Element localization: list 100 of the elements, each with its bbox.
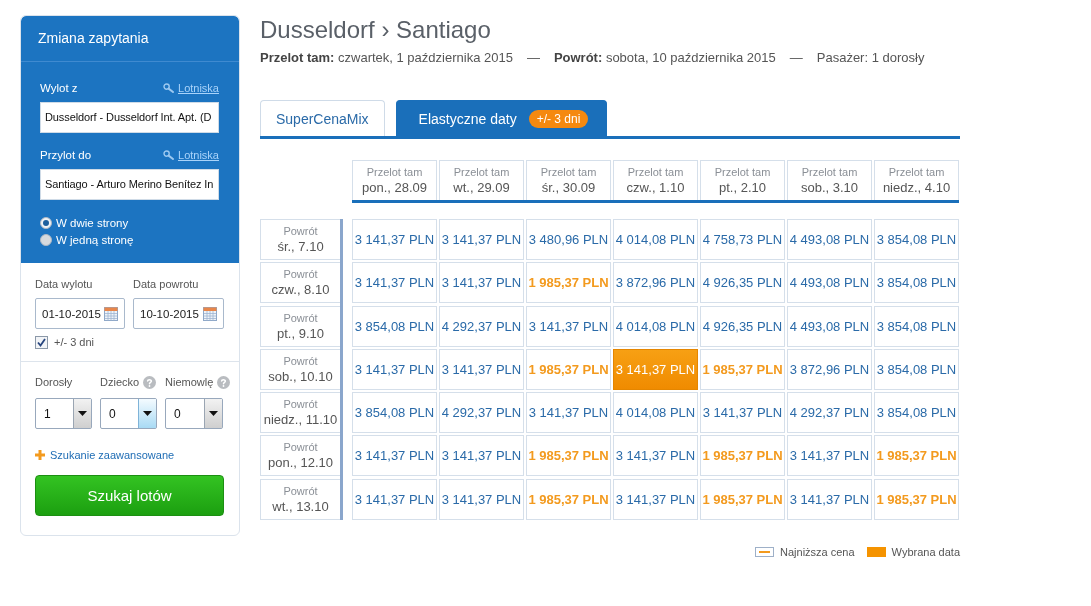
price-cell[interactable]: 3 141,37 PLN <box>526 392 611 434</box>
header-date: czw., 8.10 <box>271 282 330 298</box>
price-cell[interactable]: 3 141,37 PLN <box>787 435 872 477</box>
price-cell[interactable]: 3 141,37 PLN <box>439 478 524 520</box>
tab[interactable]: SuperCenaMix <box>260 100 385 136</box>
price-cell[interactable]: 4 292,37 PLN <box>787 392 872 434</box>
price-cell[interactable]: 3 480,96 PLN <box>526 219 611 260</box>
price-cell[interactable]: 3 141,37 PLN <box>352 219 437 260</box>
trip-summary-text: Pasażer: 1 dorosły <box>816 51 925 65</box>
header-date: śr., 30.09 <box>541 180 596 195</box>
price-cell[interactable]: 3 141,37 PLN <box>352 478 437 520</box>
price-cell[interactable]: 4 926,35 PLN <box>700 262 785 304</box>
price-cell[interactable]: 3 141,37 PLN <box>700 392 785 434</box>
header-label: Powrót <box>283 398 318 411</box>
price-cell[interactable]: 4 014,08 PLN <box>613 305 698 347</box>
date-field[interactable]: 01-10-2015 <box>35 298 125 329</box>
field-label: Niemowlę <box>165 375 214 389</box>
dash-separator: — <box>789 51 803 65</box>
header-date: wt., 29.09 <box>453 180 510 195</box>
input-field[interactable]: Dusseldorf - Dusseldorf Int. Apt. (D <box>40 102 219 133</box>
airports-link[interactable]: Lotniska <box>178 149 219 161</box>
caret-icon <box>78 411 87 416</box>
dropdown-field[interactable]: 0 <box>165 398 223 429</box>
tab[interactable]: Elastyczne daty +/- 3 dni <box>395 100 608 136</box>
header-label: Powrót <box>283 225 318 237</box>
trip-summary-text: Przelot tam: czwartek, 1 października 2015 <box>260 51 513 65</box>
trip-summary-text: Powrót: sobota, 10 października 2015 <box>553 51 776 65</box>
header-date: śr., 7.10 <box>277 239 324 254</box>
caret-icon <box>209 411 218 416</box>
caret-icon <box>143 411 152 416</box>
price-cell[interactable]: 4 493,08 PLN <box>787 262 872 304</box>
search-icon <box>163 150 174 160</box>
dropdown-button[interactable] <box>73 399 91 428</box>
price-cell[interactable]: 3 141,37 PLN <box>439 435 524 477</box>
header-label: Przelot tam <box>627 166 684 178</box>
date-field[interactable]: 10-10-2015 <box>133 298 224 329</box>
price-cell[interactable]: 4 493,08 PLN <box>787 219 872 260</box>
field-label: Wylot z <box>40 82 78 94</box>
radio-button[interactable] <box>40 233 52 246</box>
price-cell[interactable]: 3 141,37 PLN <box>352 348 437 390</box>
header-date: sob., 10.10 <box>268 368 333 384</box>
header-label: Powrót <box>283 441 318 454</box>
header-date: niedz., 4.10 <box>882 180 951 195</box>
price-cell[interactable]: 4 758,73 PLN <box>700 219 785 260</box>
price-cell[interactable]: 3 854,08 PLN <box>874 348 959 390</box>
plus-icon <box>35 450 45 460</box>
field-label: Data wylotu <box>35 277 94 291</box>
calendar-icon <box>104 306 118 321</box>
dropdown-field[interactable]: 0 <box>100 398 157 429</box>
price-cell[interactable]: 3 141,37 PLN <box>787 478 872 520</box>
advanced-search-link[interactable]: Szukanie zaawansowane <box>50 449 175 461</box>
header-date: sob., 3.10 <box>800 180 859 195</box>
price-cell[interactable]: 3 854,08 PLN <box>874 219 959 260</box>
price-cell[interactable]: 3 854,08 PLN <box>352 305 437 347</box>
price-cell[interactable]: 3 141,37 PLN <box>439 262 524 304</box>
calendar-icon <box>203 306 217 321</box>
dropdown-button[interactable] <box>204 399 222 428</box>
price-cell[interactable]: 4 014,08 PLN <box>613 392 698 434</box>
header-label: Przelot tam <box>540 166 597 178</box>
price-cell[interactable]: 4 926,35 PLN <box>700 305 785 347</box>
price-cell[interactable]: 4 292,37 PLN <box>439 305 524 347</box>
price-cell[interactable]: 3 854,08 PLN <box>874 305 959 347</box>
price-cell[interactable]: 3 872,96 PLN <box>613 262 698 304</box>
price-cell[interactable]: 3 141,37 PLN <box>352 262 437 304</box>
header-label: Przelot tam <box>366 166 423 178</box>
price-cell[interactable]: 3 854,08 PLN <box>874 392 959 434</box>
airports-link[interactable]: Lotniska <box>178 82 219 94</box>
price-cell[interactable]: 3 141,37 PLN <box>439 348 524 390</box>
checkbox[interactable] <box>35 335 48 349</box>
option-label: W jedną stronę <box>56 233 134 246</box>
price-cell[interactable]: 3 141,37 PLN <box>439 219 524 260</box>
price-cell[interactable]: 3 872,96 PLN <box>787 348 872 390</box>
header-date: wt., 13.10 <box>272 498 329 514</box>
field-label: Dorosły <box>35 375 73 389</box>
price-cell[interactable]: 3 141,37 PLN <box>613 435 698 477</box>
price-cell[interactable]: 3 854,08 PLN <box>352 392 437 434</box>
header-label: Powrót <box>283 354 318 367</box>
legend-label: Najniższa cena <box>780 545 855 558</box>
header-label: Przelot tam <box>714 166 771 178</box>
price-cell[interactable]: 3 854,08 PLN <box>874 262 959 304</box>
selected-date-swatch-icon <box>866 546 886 557</box>
header-label: Przelot tam <box>888 166 945 178</box>
price-cell[interactable]: 4 014,08 PLN <box>613 219 698 260</box>
legend-label: Wybrana data <box>891 545 960 558</box>
price-cell[interactable]: 4 493,08 PLN <box>787 305 872 347</box>
price-cell[interactable]: 3 141,37 PLN <box>526 305 611 347</box>
header-date: pt., 9.10 <box>277 325 324 341</box>
search-icon <box>163 83 174 93</box>
header-label: Przelot tam <box>453 166 510 178</box>
header-date: pt., 2.10 <box>719 180 766 195</box>
radio-button[interactable] <box>40 216 52 229</box>
dropdown-field[interactable]: 1 <box>35 398 92 429</box>
field-label: Przylot do <box>40 149 92 161</box>
dropdown-button[interactable] <box>138 399 156 428</box>
header-date: czw., 1.10 <box>626 180 685 195</box>
header-label: Powrót <box>283 311 318 324</box>
price-cell[interactable]: 3 141,37 PLN <box>613 478 698 520</box>
price-cell[interactable]: 4 292,37 PLN <box>439 392 524 434</box>
price-cell[interactable]: 3 141,37 PLN <box>352 435 437 477</box>
input-field[interactable]: Santiago - Arturo Merino Benítez In <box>40 169 219 200</box>
